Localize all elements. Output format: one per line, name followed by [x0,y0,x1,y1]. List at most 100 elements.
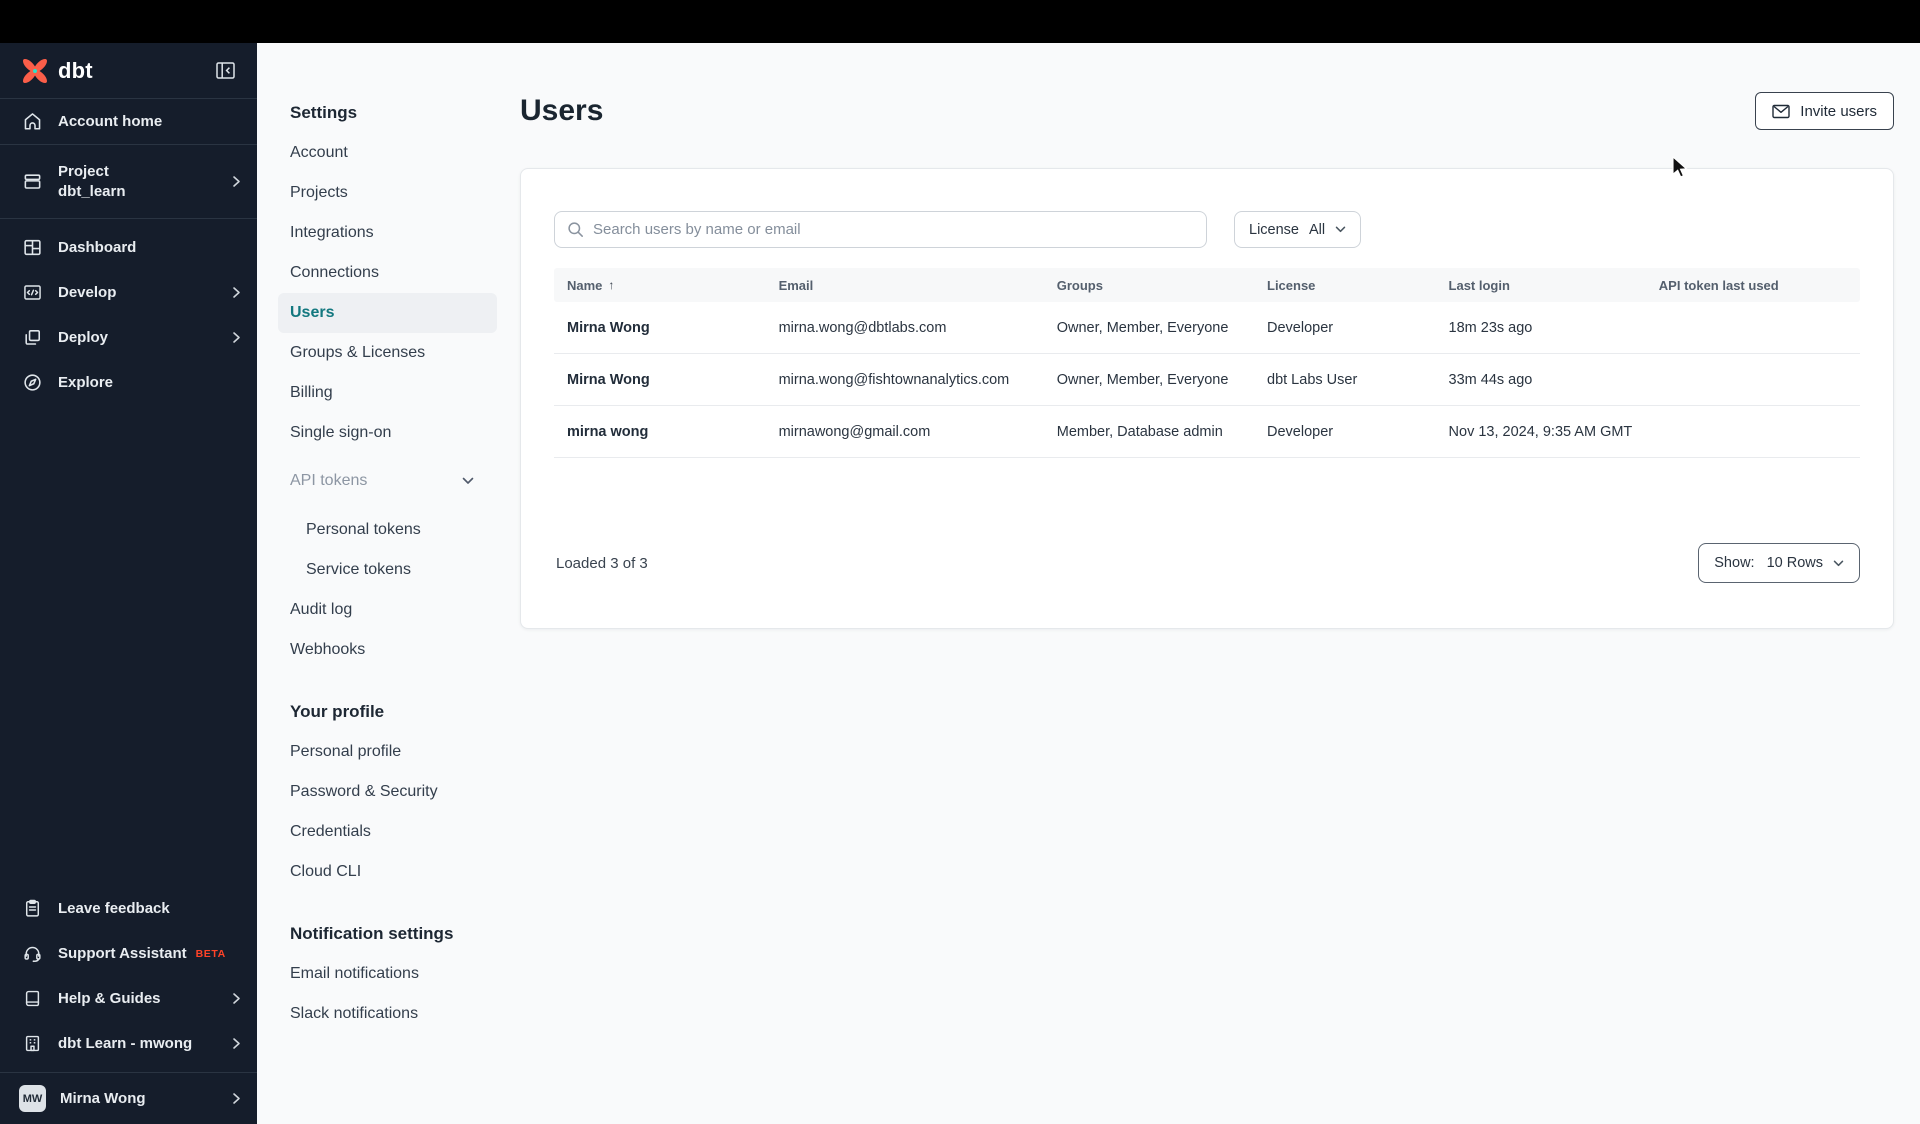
chevron-right-icon [232,992,241,1005]
settings-nav-single-sign-on[interactable]: Single sign-on [257,413,510,453]
settings-nav-cloud-cli[interactable]: Cloud CLI [257,852,510,892]
sidebar-item-explore[interactable]: Explore [0,360,257,405]
cell-email: mirna.wong@dbtlabs.com [778,319,947,336]
collapse-panel-icon [216,62,235,79]
sidebar-item-label: Account home [58,113,163,130]
cell-license: Developer [1267,423,1334,440]
license-filter-label: License [1249,221,1299,238]
column-header-groups[interactable]: Groups [1044,278,1254,293]
settings-nav-label: API tokens [290,472,368,489]
settings-nav-audit-log[interactable]: Audit log [257,590,510,630]
top-system-bar [0,0,1920,43]
column-header-api-token[interactable]: API token last used [1646,278,1860,293]
chevron-right-icon [232,175,241,188]
compass-icon [21,372,43,393]
sidebar-item-label: dbt Learn - mwong [58,1035,193,1052]
main-content: Users Invite users Search users by name … [510,43,1920,1124]
settings-nav-personal-tokens[interactable]: Personal tokens [257,510,510,550]
deploy-icon [21,327,43,348]
table-row[interactable]: Mirna Wong mirna.wong@dbtlabs.com Owner,… [554,302,1860,354]
settings-nav-password-security[interactable]: Password & Security [257,772,510,812]
column-header-label: Last login [1448,277,1510,293]
sidebar-item-label: Explore [58,374,114,391]
sidebar-item-dashboard[interactable]: Dashboard [0,225,257,270]
column-header-email[interactable]: Email [766,278,1044,293]
invite-users-label: Invite users [1800,102,1877,120]
building-icon [21,1033,43,1054]
column-header-label: Email [778,277,814,293]
cell-name: Mirna Wong [567,371,650,388]
table-header-row: Name ↑ Email Groups License Last login A… [554,268,1860,302]
settings-nav-personal-profile[interactable]: Personal profile [257,732,510,772]
chevron-right-icon [232,1092,241,1105]
settings-nav-slack-notifications[interactable]: Slack notifications [257,994,510,1034]
show-value: 10 Rows [1766,555,1823,571]
cell-email: mirna.wong@fishtownanalytics.com [778,371,1010,388]
sidebar-item-deploy[interactable]: Deploy [0,315,257,360]
sidebar-item-account-switcher[interactable]: dbt Learn - mwong [0,1021,257,1066]
sidebar-item-label: Deploy [58,329,109,346]
column-header-label: Name [567,277,603,293]
cell-license: Developer [1267,319,1334,336]
cell-last-login: Nov 13, 2024, 9:35 AM GMT [1448,423,1633,440]
chevron-right-icon [232,331,241,344]
settings-nav-users[interactable]: Users [278,293,497,333]
column-header-license[interactable]: License [1254,278,1436,293]
your-profile-heading: Your profile [290,702,385,721]
settings-nav-api-tokens[interactable]: API tokens [257,461,510,501]
settings-nav-billing[interactable]: Billing [257,373,510,413]
sidebar-item-label: Help & Guides [58,990,161,1007]
sidebar-item-project[interactable]: Project dbt_learn [0,145,257,218]
app-sidebar: dbt Account home Project dbt_learn Dashb… [0,43,257,1124]
sidebar-item-label: Support Assistant [58,945,187,962]
column-header-label: Groups [1056,277,1103,293]
dbt-logo[interactable]: dbt [20,56,93,86]
settings-nav: Settings Account Projects Integrations C… [257,43,510,1124]
sort-ascending-icon: ↑ [608,278,615,292]
book-icon [21,988,43,1009]
settings-nav-email-notifications[interactable]: Email notifications [257,954,510,994]
search-input[interactable] [593,221,1194,238]
settings-heading: Settings [290,103,358,122]
column-header-last-login[interactable]: Last login [1436,278,1646,293]
sidebar-item-help-guides[interactable]: Help & Guides [0,976,257,1021]
license-filter-value: All [1308,221,1326,238]
home-icon [21,111,43,132]
settings-nav-integrations[interactable]: Integrations [257,213,510,253]
table-row[interactable]: Mirna Wong mirna.wong@fishtownanalytics.… [554,354,1860,406]
settings-nav-projects[interactable]: Projects [257,173,510,213]
sidebar-item-label: Develop [58,284,117,301]
cell-groups: Owner, Member, Everyone [1056,319,1229,336]
chevron-down-icon [1833,560,1844,567]
sidebar-collapse-button[interactable] [216,62,235,79]
column-header-name[interactable]: Name ↑ [554,278,766,293]
headset-icon [21,943,43,964]
sidebar-user-menu[interactable]: MW Mirna Wong [0,1073,257,1124]
cell-last-login: 18m 23s ago [1448,319,1533,336]
settings-nav-service-tokens[interactable]: Service tokens [257,550,510,590]
chevron-down-icon [1335,226,1346,233]
table-row[interactable]: mirna wong mirnawong@gmail.com Member, D… [554,406,1860,458]
rows-per-page-button[interactable]: Show: 10 Rows [1698,543,1860,583]
dbt-logo-icon [20,56,50,86]
user-name: Mirna Wong [60,1090,146,1107]
settings-nav-account[interactable]: Account [257,133,510,173]
license-filter-button[interactable]: License All [1234,211,1362,248]
invite-users-button[interactable]: Invite users [1755,92,1894,130]
sidebar-project-name: dbt_learn [58,183,126,200]
sidebar-item-label: Dashboard [58,239,137,256]
settings-nav-groups-licenses[interactable]: Groups & Licenses [257,333,510,373]
dashboard-icon [21,237,43,258]
sidebar-item-develop[interactable]: Develop [0,270,257,315]
sidebar-item-support-assistant[interactable]: Support Assistant BETA [0,931,257,976]
dbt-logo-text: dbt [58,57,93,83]
sidebar-item-account-home[interactable]: Account home [0,99,257,144]
show-label: Show: [1714,555,1755,571]
user-search [554,211,1207,248]
settings-nav-credentials[interactable]: Credentials [257,812,510,852]
sidebar-item-label: Leave feedback [58,900,170,917]
settings-nav-webhooks[interactable]: Webhooks [257,630,510,670]
sidebar-item-leave-feedback[interactable]: Leave feedback [0,886,257,931]
envelope-icon [1772,104,1790,119]
settings-nav-connections[interactable]: Connections [257,253,510,293]
